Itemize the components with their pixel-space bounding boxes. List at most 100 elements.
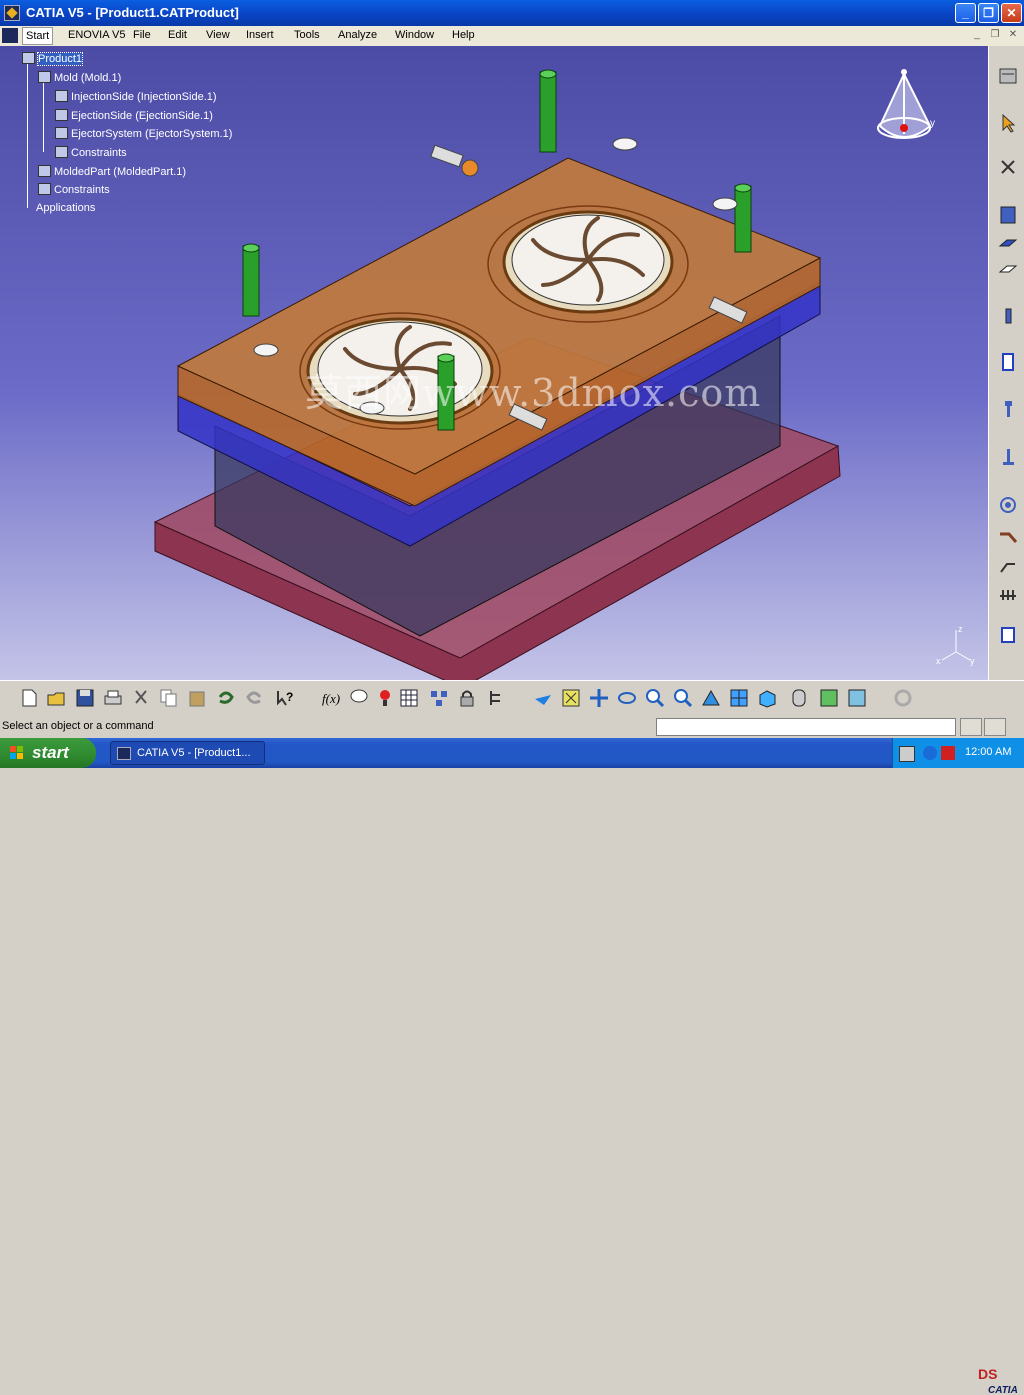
runner-icon[interactable] [997, 526, 1019, 548]
menu-bar: Start ENOVIA V5 File Edit View Insert To… [0, 26, 1024, 47]
mold-icon [38, 71, 51, 83]
multi-view-icon[interactable] [728, 687, 750, 709]
plate-icon[interactable] [997, 232, 1019, 254]
comment-icon[interactable] [348, 687, 370, 709]
status-button-1[interactable] [960, 718, 982, 736]
menu-view[interactable]: View [206, 29, 230, 41]
svg-text:CATIA: CATIA [988, 1385, 1018, 1395]
zoom-in-icon[interactable] [644, 687, 666, 709]
document-icon[interactable] [2, 28, 18, 43]
tree-node-product1[interactable]: Product1 [22, 52, 84, 66]
clock: 12:00 AM [965, 746, 1012, 758]
tree-node-injectionside[interactable]: InjectionSide (InjectionSide.1) [55, 90, 217, 103]
save-icon[interactable] [74, 687, 96, 709]
menu-enovia[interactable]: ENOVIA V5 [68, 29, 125, 41]
open-icon[interactable] [46, 687, 68, 709]
component-icon [55, 109, 68, 121]
guide-pin-icon[interactable] [997, 306, 1019, 328]
manipulate-icon[interactable] [997, 156, 1019, 178]
tree-node-mold[interactable]: Mold (Mold.1) [38, 71, 121, 84]
back-arrow-icon[interactable] [923, 746, 937, 760]
new-icon[interactable] [18, 687, 40, 709]
hierarchy-icon[interactable] [486, 687, 508, 709]
close-button[interactable]: ✕ [1001, 3, 1022, 23]
fit-all-icon[interactable] [560, 687, 582, 709]
menu-edit[interactable]: Edit [168, 29, 187, 41]
tree-node-moldedpart[interactable]: MoldedPart (MoldedPart.1) [38, 165, 186, 178]
select-icon[interactable] [997, 112, 1019, 134]
formula-icon[interactable]: f(x) [320, 687, 342, 709]
tree-node-applications[interactable]: Applications [36, 202, 95, 214]
normal-view-icon[interactable] [700, 687, 722, 709]
menu-insert[interactable]: Insert [246, 29, 274, 41]
gate-icon[interactable] [997, 494, 1019, 516]
cut-icon[interactable] [130, 687, 152, 709]
status-message: Select an object or a command [2, 720, 154, 732]
doc-minimize-button[interactable]: _ [970, 28, 984, 42]
shading-icon[interactable] [788, 687, 810, 709]
insert-plate-icon[interactable] [997, 258, 1019, 280]
screw-icon[interactable] [997, 398, 1019, 420]
update-icon[interactable] [892, 687, 914, 709]
svg-text:z: z [958, 624, 963, 634]
iso-view-icon[interactable] [756, 687, 778, 709]
zoom-out-icon[interactable] [672, 687, 694, 709]
doc-close-button[interactable]: ✕ [1006, 28, 1020, 42]
tree-node-constraints-mold[interactable]: Constraints [55, 146, 127, 159]
svg-text:y: y [970, 656, 975, 666]
menu-help[interactable]: Help [452, 29, 475, 41]
copy-icon[interactable] [158, 687, 180, 709]
catalog-icon[interactable] [428, 687, 450, 709]
whats-this-icon[interactable]: ? [274, 687, 296, 709]
ejector-pin-icon[interactable] [997, 446, 1019, 468]
antivirus-icon[interactable] [941, 746, 955, 760]
watermark-text: 莫西网www.3dmox.com [305, 371, 762, 415]
compass-widget[interactable]: y [872, 68, 942, 148]
status-bar: Select an object or a command [0, 716, 1024, 738]
undo-icon[interactable] [214, 687, 236, 709]
restore-button[interactable]: ❐ [978, 3, 999, 23]
rotate-icon[interactable] [616, 687, 638, 709]
light-icon[interactable] [374, 687, 396, 709]
drill-component-icon[interactable] [997, 582, 1019, 604]
product-structure-icon[interactable] [997, 66, 1019, 88]
tree-node-ejectorsystem[interactable]: EjectorSystem (EjectorSystem.1) [55, 127, 232, 140]
3d-viewport[interactable]: 莫西网www.3dmox.com Product1 Mold (Mold.1) … [0, 46, 988, 680]
standard-toolbar: ? f(x) DS CATIA [0, 680, 1024, 1395]
status-button-2[interactable] [984, 718, 1006, 736]
hide-show-icon[interactable] [818, 687, 840, 709]
product-icon [22, 52, 35, 64]
menu-start[interactable]: Start [22, 27, 54, 45]
minimize-button[interactable]: _ [955, 3, 976, 23]
taskbar-item-catia[interactable]: CATIA V5 - [Product1... [110, 741, 265, 765]
fly-mode-icon[interactable] [532, 687, 554, 709]
menu-analyze[interactable]: Analyze [338, 29, 377, 41]
print-icon[interactable] [102, 687, 124, 709]
tree-node-constraints[interactable]: Constraints [38, 183, 110, 196]
svg-text:DS: DS [978, 1366, 997, 1382]
catia-app-icon[interactable] [4, 5, 20, 21]
tree-node-ejectionside[interactable]: EjectionSide (EjectionSide.1) [55, 109, 213, 122]
redo-icon[interactable] [244, 687, 266, 709]
mold-base-icon[interactable] [997, 204, 1019, 226]
paste-icon[interactable] [186, 687, 208, 709]
pan-icon[interactable] [588, 687, 610, 709]
cooling-channel-icon[interactable] [997, 554, 1019, 576]
title-bar: CATIA V5 - [Product1.CATProduct] _ ❐ ✕ [0, 0, 1024, 26]
doc-restore-button[interactable]: ❐ [988, 28, 1002, 42]
menu-tools[interactable]: Tools [294, 29, 320, 41]
menu-file[interactable]: File [133, 29, 151, 41]
keyboard-icon[interactable] [899, 746, 915, 762]
bushing-icon[interactable] [997, 351, 1019, 373]
start-button[interactable]: start [0, 738, 96, 768]
lock-icon[interactable] [456, 687, 478, 709]
component-icon [55, 127, 68, 139]
menu-window[interactable]: Window [395, 29, 434, 41]
constraints-icon [55, 146, 68, 158]
split-icon[interactable] [997, 624, 1019, 646]
swap-visible-space-icon[interactable] [846, 687, 868, 709]
window-title: CATIA V5 - [Product1.CATProduct] [26, 5, 239, 20]
catia-logo-icon: DS CATIA [978, 1366, 1018, 1395]
table-icon[interactable] [398, 687, 420, 709]
command-input[interactable] [656, 718, 956, 736]
